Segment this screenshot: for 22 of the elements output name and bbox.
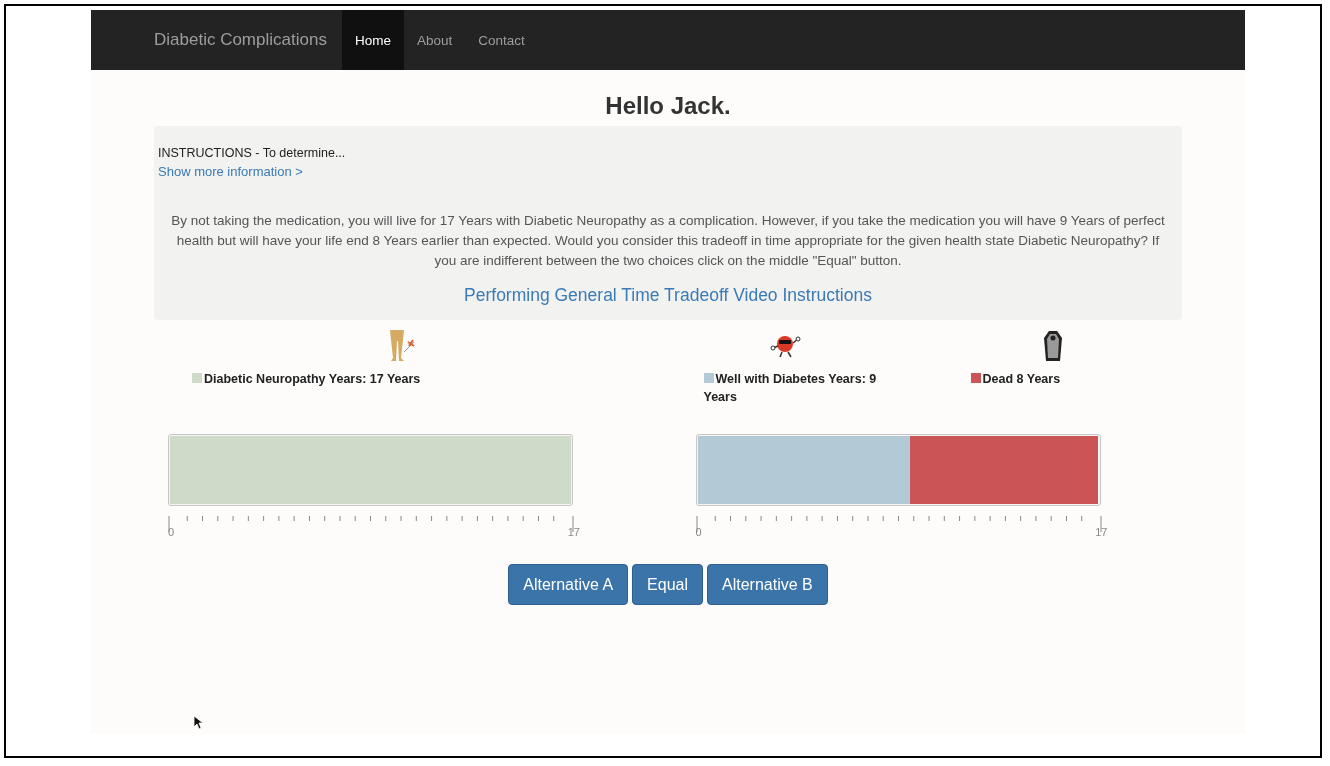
nav-link[interactable]: About xyxy=(403,10,466,70)
brand-link[interactable]: Diabetic Complications xyxy=(139,10,342,70)
choice-button[interactable]: Equal xyxy=(632,564,703,605)
axis-label: 17 xyxy=(1095,526,1108,538)
mouse-pointer-icon xyxy=(193,715,203,730)
instructions-text: By not taking the medication, you will live for 17 Years with Diabetic Neuropathy as a complication. However, if you take the medication you will have 9 Years of perfect health but will have your life end 8 Years earlier than expected. Would you consider this tradeoff in time appropriate for the given health state Diabetic Neuropathy? If you are indifferent between the two choices click on the middle "Equal" button. xyxy=(170,212,1166,270)
greeting-heading: Hello Jack. xyxy=(604,91,732,121)
video-instructions-link[interactable]: Performing General Time Tradeoff Video Instructions xyxy=(464,285,872,305)
axis-label: 0 xyxy=(695,526,702,538)
legend-label: Dead 8 Years xyxy=(970,370,1063,388)
choice-button[interactable]: Alternative A xyxy=(508,564,629,605)
ball-character-icon xyxy=(769,333,802,359)
nav-link[interactable]: Contact xyxy=(465,10,538,70)
legend-label: Diabetic Neuropathy Years: 17 Years xyxy=(192,370,421,388)
choice-button[interactable]: Alternative B xyxy=(707,564,828,605)
show-more-link[interactable]: Show more information > xyxy=(158,164,303,179)
axis-label: 17 xyxy=(567,526,580,538)
legend-label: Well with Diabetes Years: 9 Years xyxy=(703,371,878,406)
nav-link[interactable]: Home xyxy=(341,10,404,70)
axis-label: 0 xyxy=(168,526,175,538)
instructions-heading: INSTRUCTIONS - To determine... xyxy=(158,145,347,162)
coffin-icon xyxy=(1042,331,1063,361)
